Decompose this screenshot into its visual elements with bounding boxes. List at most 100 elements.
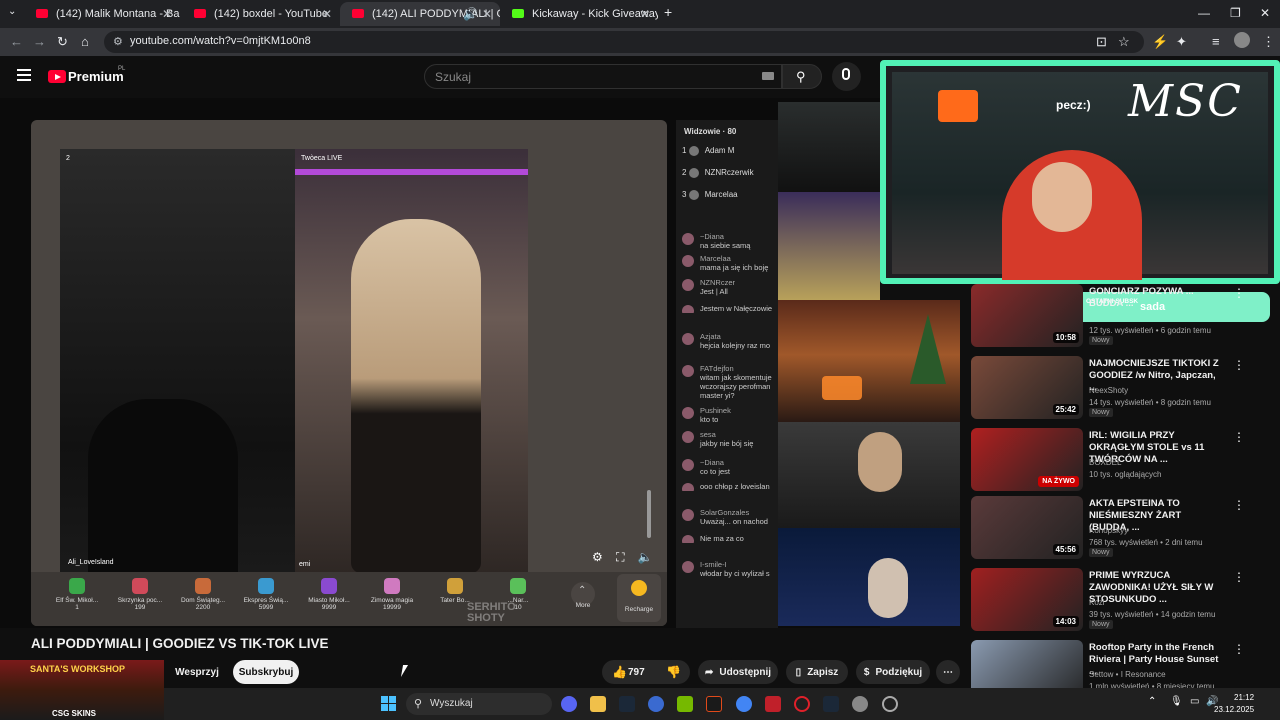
opera-icon[interactable] [794, 696, 810, 712]
chat-author[interactable]: Pushinek [700, 406, 778, 415]
top-viewer-3[interactable]: 3 Marcelaa [682, 190, 738, 200]
bookmark-star-icon[interactable]: ☆ [1118, 34, 1130, 50]
fullscreen-icon[interactable]: ⛶ [616, 550, 624, 564]
forward-icon[interactable]: → [33, 34, 46, 49]
chat-author[interactable]: FATdejfon [700, 364, 778, 373]
steam-icon[interactable] [619, 696, 635, 712]
search-button[interactable]: ⚲ [782, 64, 822, 89]
gift-item[interactable]: Skrzynka poc... 199 [110, 578, 170, 611]
chat-author[interactable]: ~Diana [700, 232, 778, 241]
reload-icon[interactable]: ↻ [57, 34, 68, 50]
chat-author[interactable]: ~Diana [700, 458, 778, 467]
settings-gear-icon[interactable]: ⚙ [592, 550, 603, 564]
search-input[interactable]: Szukaj [424, 64, 782, 89]
chat-author[interactable]: SolarGonzales [700, 508, 778, 517]
video-thumbnail[interactable]: 10:58 [971, 284, 1083, 347]
recharge-button[interactable]: Recharge [617, 574, 661, 622]
top-viewer-2[interactable]: 2 NZNRczerwik [682, 168, 754, 178]
like-count[interactable]: 797 [628, 667, 645, 678]
video-thumbnail[interactable]: NA ŻYWO [971, 428, 1083, 491]
recommended-video[interactable]: 10:58 GONCIARZ POZYWA ... BUDDA ... 12 tys… [971, 284, 1271, 348]
home-icon[interactable]: ⌂ [81, 34, 89, 49]
file-explorer-icon[interactable] [590, 696, 606, 712]
recommended-video[interactable]: 25:42 NAJMOCNIEJSZE TIKTOKI Z GOODIEZ /w … [971, 356, 1271, 420]
more-options-icon[interactable]: ⋮ [1233, 430, 1245, 444]
keyboard-icon[interactable] [762, 72, 774, 80]
more-options-icon[interactable]: ⋮ [1233, 286, 1245, 300]
recommended-video[interactable]: NA ŻYWO IRL: WIGILIA PRZY OKRĄGŁYM STOLE … [971, 428, 1271, 492]
youtube-logo-icon[interactable] [48, 70, 66, 83]
install-app-icon[interactable]: ⊡ [1096, 34, 1107, 50]
gift-more-label[interactable]: More [553, 602, 613, 609]
tab-ali-poddymiali[interactable]: (142) ALI PODDYMIALI | GO 🔊 ✕ [340, 2, 500, 26]
site-info-icon[interactable]: ⚙ [113, 35, 123, 48]
tab-search-icon[interactable]: ⌄ [8, 6, 16, 17]
video-title[interactable]: GONCIARZ POZYWA ... BUDDA ... [1089, 286, 1223, 310]
video-thumbnail[interactable]: 14:03 [971, 568, 1083, 631]
extension-icon[interactable]: ⚡ [1152, 34, 1168, 50]
channel-name[interactable]: Konopskyy [1089, 526, 1128, 535]
tray-chevron-icon[interactable]: ⌃ [1148, 696, 1156, 707]
close-tab-icon[interactable]: ✕ [322, 7, 332, 21]
settings-icon[interactable] [852, 696, 868, 712]
app-icon[interactable] [706, 696, 722, 712]
app-icon[interactable] [648, 696, 664, 712]
volume-slider[interactable] [647, 490, 651, 538]
more-options-icon[interactable]: ⋮ [1233, 358, 1245, 372]
video-thumbnail[interactable]: 45:56 [971, 496, 1083, 559]
close-tab-icon[interactable]: ✕ [640, 7, 650, 21]
dislike-icon[interactable]: 👎 [666, 665, 681, 679]
voice-search-button[interactable] [832, 62, 861, 91]
tab-kickaway[interactable]: Kickaway - Kick Giveaway Tool ✕ [500, 2, 658, 26]
tab-boxdel[interactable]: (142) boxdel - YouTube ✕ [182, 2, 340, 26]
maximize-icon[interactable]: ❐ [1230, 6, 1241, 20]
tab-malik-montana[interactable]: (142) Malik Montana - Baciata ( ✕ [24, 2, 180, 26]
chat-author[interactable]: Marcelaa [700, 254, 778, 263]
save-button[interactable]: ▯ Zapisz [786, 660, 848, 684]
top-viewer-1[interactable]: 1 Adam M [682, 146, 734, 156]
address-bar[interactable]: ⚙ youtube.com/watch?v=0mjtKM1o0n8 [104, 31, 1144, 53]
more-options-icon[interactable]: ⋮ [1233, 570, 1245, 584]
app-icon[interactable] [765, 696, 781, 712]
more-options-icon[interactable]: ⋮ [1233, 498, 1245, 512]
gift-item[interactable]: Miasto Mikoł... 9999 [299, 578, 359, 611]
close-tab-icon[interactable]: ✕ [162, 7, 172, 21]
more-options-icon[interactable]: ⋮ [1233, 642, 1245, 656]
gift-item[interactable]: Dom Świąteg... 2200 [173, 578, 233, 611]
back-icon[interactable]: ← [10, 34, 23, 49]
profile-avatar[interactable] [1234, 32, 1250, 48]
browser-menu-icon[interactable]: ⋮ [1262, 34, 1275, 50]
close-tab-icon[interactable]: ✕ [482, 7, 492, 21]
steam-icon[interactable] [823, 696, 839, 712]
volume-icon[interactable]: 🔈 [638, 550, 653, 564]
video-thumbnail[interactable]: 25:42 [971, 356, 1083, 419]
extensions-puzzle-icon[interactable]: ✦ [1176, 34, 1187, 50]
like-icon[interactable]: 👍 [612, 665, 627, 679]
channel-name[interactable]: Kozi [1089, 598, 1105, 607]
thanks-button[interactable]: $ Podziękuj [856, 660, 930, 684]
app-icon[interactable] [882, 696, 898, 712]
audio-playing-icon[interactable]: 🔊 [463, 7, 478, 21]
monitor-tray-icon[interactable]: ▭ [1190, 696, 1199, 707]
chat-author[interactable]: sesa [700, 430, 778, 439]
channel-name[interactable]: Settow • I Resonance [1089, 670, 1166, 679]
discord-icon[interactable] [561, 696, 577, 712]
recommended-video[interactable]: 14:03 PRIME WYRZUCA ZAWODNIKA! UŻYŁ SIŁY … [971, 568, 1271, 632]
windows-start-icon[interactable] [381, 696, 397, 712]
gift-item[interactable]: Elf Św. Mikoł... 1 [47, 578, 107, 611]
chat-author[interactable]: NZNRczer [700, 278, 778, 287]
microphone-tray-icon[interactable]: 🎙 [1170, 696, 1183, 707]
taskbar-clock[interactable]: 21:12 23.12.2025 [1214, 692, 1254, 716]
close-window-icon[interactable]: ✕ [1260, 6, 1270, 20]
gift-item[interactable]: Ekspres Świą... 5999 [236, 578, 296, 611]
media-controls-icon[interactable]: ≡ [1212, 34, 1220, 49]
minimize-icon[interactable]: — [1198, 6, 1210, 20]
chrome-icon[interactable] [736, 696, 752, 712]
subscribe-button[interactable]: Subskrybuj [233, 660, 299, 684]
new-tab-icon[interactable]: + [664, 4, 672, 20]
csgo-skins-ad[interactable]: SANTA'S WORKSHOP CSG SKINS [0, 660, 164, 720]
hamburger-menu-icon[interactable] [17, 69, 31, 81]
support-button[interactable]: Wesprzyj [166, 660, 228, 684]
recommended-video[interactable]: 45:56 AKTA EPSTEINA TO NIEŚMIESZNY ŻART (… [971, 496, 1271, 560]
channel-name[interactable]: BOXDEL [1089, 458, 1121, 467]
